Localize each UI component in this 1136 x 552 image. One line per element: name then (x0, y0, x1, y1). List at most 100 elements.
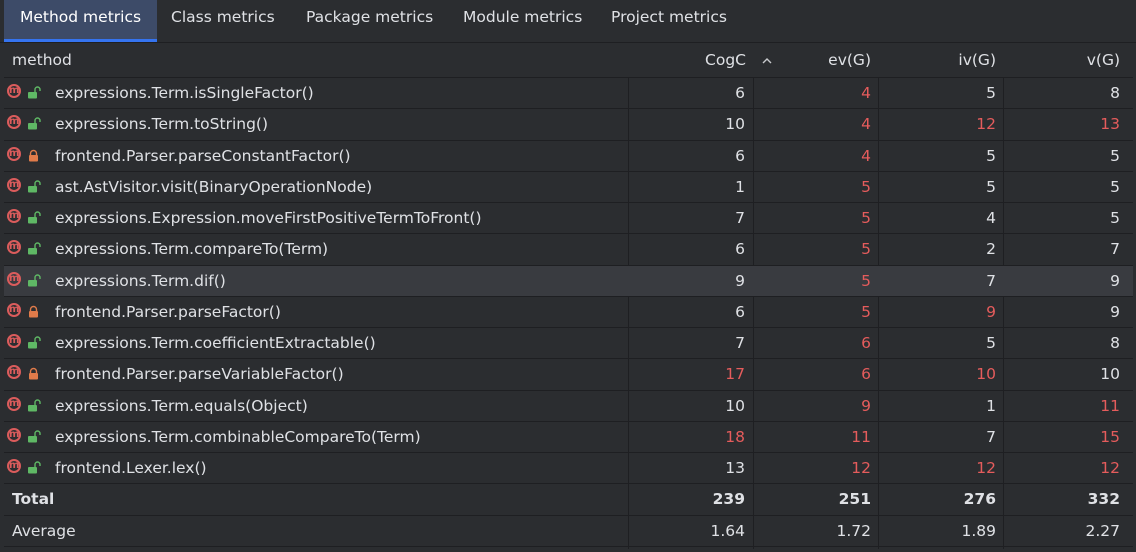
total-row[interactable]: Total 239 251 276 332 (4, 484, 1133, 516)
lock-closed-icon (29, 149, 38, 161)
evg-value: 4 (861, 115, 871, 134)
tab-module-metrics[interactable]: Module metrics (463, 0, 582, 42)
table-header: method CogC ev(G) iv(G) v(G) (4, 43, 1133, 78)
cogc-value: 17 (725, 365, 745, 384)
cogc-value: 7 (735, 334, 745, 352)
evg-value: 5 (861, 271, 871, 290)
cogc-value: 10 (725, 396, 745, 415)
vg-value: 11 (1100, 396, 1120, 415)
tab-package-metrics[interactable]: Package metrics (306, 0, 433, 42)
ivg-summary-value: 276 (963, 490, 996, 509)
method-metrics-table: method CogC ev(G) iv(G) v(G) m expression… (4, 43, 1133, 549)
evg-summary-value: 1.72 (836, 521, 871, 540)
method-icon: m (7, 302, 21, 317)
ivg-value: 1 (986, 396, 996, 415)
method-name: expressions.Term.isSingleFactor() (55, 84, 314, 102)
lock-open-icon (28, 430, 41, 443)
tab-method-metrics[interactable]: Method metrics (4, 0, 158, 42)
table-row[interactable]: m ast.AstVisitor.visit(BinaryOperationNod… (4, 172, 1133, 203)
ivg-value: 7 (986, 271, 996, 290)
method-icon: m (7, 115, 21, 130)
table-row[interactable]: m expressions.Term.dif() 9 5 7 9 (4, 265, 1133, 297)
vg-value: 12 (1100, 459, 1120, 477)
method-name: expressions.Term.combinableCompareTo(Ter… (55, 427, 421, 446)
method-name: expressions.Term.dif() (55, 271, 226, 290)
method-name: expressions.Term.equals(Object) (55, 396, 308, 415)
lock-open-icon (28, 117, 41, 130)
ivg-value: 12 (976, 459, 996, 477)
vg-value: 9 (1110, 302, 1120, 321)
column-header-ivg[interactable]: iv(G) (879, 43, 996, 77)
evg-value: 11 (851, 427, 871, 446)
cogc-value: 6 (735, 84, 745, 102)
cogc-value: 1 (735, 177, 745, 196)
method-icon: m (7, 146, 21, 161)
cogc-value: 6 (735, 302, 745, 321)
column-header-evg[interactable]: ev(G) (754, 43, 871, 77)
evg-value: 5 (861, 240, 871, 259)
lock-open-icon (28, 336, 41, 349)
table-row[interactable]: m frontend.Lexer.lex() 13 12 12 12 (4, 453, 1133, 485)
method-name: frontend.Lexer.lex() (55, 459, 207, 477)
ivg-value: 9 (986, 302, 996, 321)
evg-value: 5 (861, 209, 871, 227)
lock-open-icon (28, 86, 41, 99)
vg-value: 5 (1110, 209, 1120, 227)
ivg-summary-value: 1.89 (961, 521, 996, 540)
summary-label: Total (12, 490, 55, 509)
vg-value: 15 (1100, 427, 1120, 446)
evg-value: 6 (861, 334, 871, 352)
table-row[interactable]: m expressions.Term.isSingleFactor() 6 4 5 8 (4, 78, 1133, 110)
method-name: expressions.Term.compareTo(Term) (55, 240, 329, 259)
evg-value: 5 (861, 177, 871, 196)
method-name: frontend.Parser.parseVariableFactor() (55, 365, 344, 384)
vg-value: 13 (1100, 115, 1120, 134)
lock-closed-icon (29, 368, 38, 380)
vg-value: 8 (1110, 84, 1120, 102)
lock-open-icon (28, 398, 41, 411)
table-row[interactable]: m expressions.Term.equals(Object) 10 9 1 11 (4, 391, 1133, 422)
lock-open-icon (28, 461, 41, 474)
method-name: frontend.Parser.parseConstantFactor() (55, 146, 351, 165)
evg-value: 4 (861, 84, 871, 102)
cogc-value: 7 (735, 209, 745, 227)
tab-project-metrics[interactable]: Project metrics (611, 0, 727, 42)
table-row[interactable]: m expressions.Term.compareTo(Term) 6 5 2 7 (4, 234, 1133, 266)
ivg-value: 5 (986, 146, 996, 165)
lock-open-icon (28, 242, 41, 255)
table-row[interactable]: m expressions.Expression.moveFirstPositiv… (4, 203, 1133, 235)
tab-class-metrics[interactable]: Class metrics (171, 0, 275, 42)
vg-value: 5 (1110, 177, 1120, 196)
cogc-value: 9 (735, 271, 745, 290)
lock-open-icon (28, 180, 41, 193)
column-header-vg[interactable]: v(G) (1004, 43, 1120, 77)
evg-value: 9 (861, 396, 871, 415)
ivg-value: 5 (986, 84, 996, 102)
method-name: expressions.Term.toString() (55, 115, 269, 134)
table-row[interactable]: m frontend.Parser.parseConstantFactor() 6 4… (4, 141, 1133, 172)
summary-label: Average (12, 521, 76, 540)
table-row[interactable]: m expressions.Term.toString() 10 4 12 13 (4, 109, 1133, 141)
ivg-value: 10 (976, 365, 996, 384)
column-header-cogc[interactable]: CogC (628, 43, 746, 77)
evg-summary-value: 251 (838, 490, 871, 509)
vg-summary-value: 332 (1087, 490, 1120, 509)
cogc-summary-value: 239 (712, 490, 745, 509)
lock-open-icon (28, 273, 41, 286)
average-row[interactable]: Average 1.64 1.72 1.89 2.27 (4, 516, 1133, 547)
method-icon: m (7, 84, 21, 98)
table-row[interactable]: m expressions.Term.combinableCompareTo(Te… (4, 422, 1133, 453)
lock-open-icon (28, 211, 41, 224)
table-row[interactable]: m expressions.Term.coefficientExtractable… (4, 328, 1133, 360)
table-row[interactable]: m frontend.Parser.parseVariableFactor() 17… (4, 359, 1133, 391)
vg-value: 9 (1110, 271, 1120, 290)
method-icon: m (7, 240, 21, 255)
vg-value: 5 (1110, 146, 1120, 165)
ivg-value: 12 (976, 115, 996, 134)
method-name: frontend.Parser.parseFactor() (55, 302, 281, 321)
method-icon: m (7, 334, 21, 348)
vg-value: 10 (1100, 365, 1120, 384)
table-row[interactable]: m frontend.Parser.parseFactor() 6 5 9 9 (4, 297, 1133, 328)
evg-value: 12 (851, 459, 871, 477)
column-header-method[interactable]: method (12, 43, 72, 77)
